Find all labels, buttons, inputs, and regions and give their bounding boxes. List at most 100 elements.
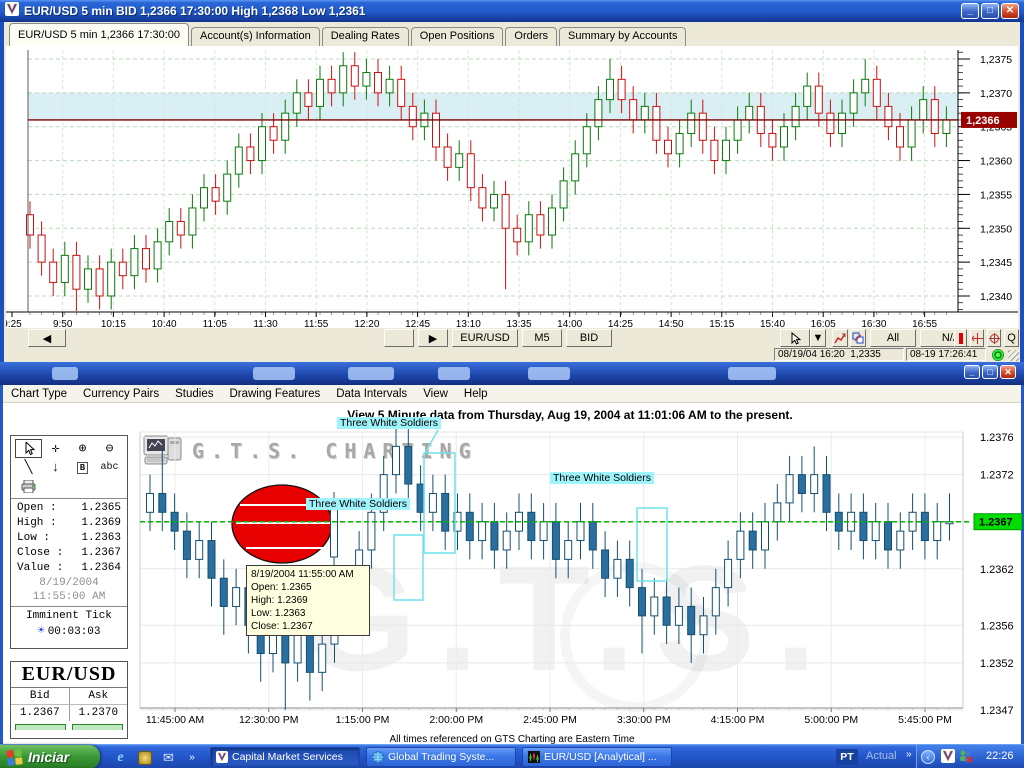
- info-row-value: Value :1.2364: [17, 562, 121, 574]
- bold-text-tool[interactable]: B: [69, 458, 96, 477]
- minimize-button[interactable]: _: [961, 3, 979, 19]
- start-button[interactable]: Iniciar: [0, 745, 100, 768]
- language-indicator[interactable]: PT: [836, 749, 858, 765]
- trend-tool-button[interactable]: [832, 329, 848, 347]
- resize-grip[interactable]: [1008, 350, 1019, 361]
- band-chevron[interactable]: »: [906, 749, 912, 760]
- quick-launch-overflow-chevron[interactable]: »: [186, 749, 198, 766]
- svg-text:1.2367: 1.2367: [979, 517, 1013, 529]
- pointer-tool[interactable]: [15, 439, 42, 458]
- pointer-dropdown-button[interactable]: ▼: [810, 329, 826, 347]
- task-label: Global Trading Syste...: [388, 751, 495, 763]
- printer-icon: [21, 480, 36, 493]
- start-label: Iniciar: [28, 749, 70, 765]
- crosshair-tool-button[interactable]: [987, 329, 1001, 347]
- status-last-quote: 08/19/04 16:20 1,2335: [774, 348, 904, 361]
- tab-dealing-rates[interactable]: Dealing Rates: [321, 27, 409, 46]
- tray-collapse-button[interactable]: ‹: [921, 750, 935, 764]
- pair-button[interactable]: EUR/USD: [452, 329, 518, 347]
- taskbar-task-capital-market-services[interactable]: Capital Market Services: [210, 747, 360, 767]
- tick-icon: ☀: [37, 624, 45, 638]
- ask-label: Ask: [68, 688, 128, 704]
- quote-pair: EUR/USD: [11, 662, 127, 688]
- link-windows-button[interactable]: [850, 329, 866, 347]
- crosshair-tool[interactable]: ✛: [42, 439, 69, 458]
- print-tool[interactable]: [15, 477, 42, 496]
- quick-launch-gold-icon[interactable]: [136, 749, 153, 766]
- taskbar-task-global-trading-syste[interactable]: Global Trading Syste...: [366, 747, 516, 767]
- svg-text:1,2355: 1,2355: [980, 189, 1012, 201]
- svg-text:16:55: 16:55: [912, 319, 937, 328]
- tab-orders[interactable]: Orders: [505, 27, 558, 46]
- tab-open-positions[interactable]: Open Positions: [410, 27, 504, 46]
- svg-text:13:35: 13:35: [506, 319, 531, 328]
- snap-tool-button[interactable]: [970, 329, 984, 347]
- pattern-annotation-label: Three White Soldiers: [306, 498, 411, 510]
- svg-text:1,2350: 1,2350: [980, 223, 1012, 235]
- text-tool-icon[interactable]: abc: [96, 458, 123, 477]
- svg-text:15:15: 15:15: [709, 319, 734, 328]
- svg-text:15:40: 15:40: [760, 319, 785, 328]
- window-title: EUR/USD 5 min BID 1,2366 17:30:00 High 1…: [24, 4, 366, 18]
- gts-window: _ □ ✕ Chart Type Currency Pairs Studies Dra…: [0, 362, 1024, 745]
- svg-text:12:45: 12:45: [405, 319, 430, 328]
- arrow-tool[interactable]: ↓: [42, 458, 69, 477]
- svg-text:2:00:00 PM: 2:00:00 PM: [429, 714, 483, 726]
- ohlc-values: Open :1.2365 High :1.2369 Low :1.2363 Close…: [11, 501, 127, 576]
- connection-status-icon: [992, 349, 1004, 361]
- sell-button-cut[interactable]: [72, 724, 123, 730]
- cms-toolbar: ◀ ▶ EUR/USD M5 BID ▼ All N/A: [4, 328, 1020, 348]
- gts-info-panel: ✛ ⊕ ⊖ ╲ ↓ B abc Open :1.2365 High :1.2369…: [10, 435, 128, 649]
- taskbar-band-actual[interactable]: Actual: [866, 750, 897, 762]
- svg-text:1,2366: 1,2366: [966, 115, 1000, 127]
- scroll-left-button[interactable]: ◀: [28, 329, 66, 347]
- svg-text:1.2372: 1.2372: [980, 470, 1014, 482]
- quote-button[interactable]: Q: [1004, 329, 1019, 347]
- svg-text:11:55: 11:55: [304, 319, 329, 328]
- maximize-button[interactable]: □: [981, 3, 999, 19]
- tab-eur-usd-5-min-1-2366-17-30-00[interactable]: EUR/USD 5 min 1,2366 17:30:00: [9, 23, 190, 46]
- svg-text:9:50: 9:50: [53, 319, 73, 328]
- gts-toolbox: ✛ ⊕ ⊖ ╲ ↓ B abc: [11, 436, 127, 496]
- tray-cms-icon[interactable]: [941, 749, 955, 766]
- candle-icon: [958, 332, 963, 344]
- pointer-tool-button[interactable]: [780, 329, 810, 347]
- tray-offline-users-icon[interactable]: [958, 749, 973, 766]
- pattern-annotation-label: Three White Soldiers: [337, 417, 442, 429]
- task-label: Capital Market Services: [232, 751, 343, 763]
- all-button[interactable]: All: [870, 329, 916, 347]
- status-clock: 08-19 17:26:41: [906, 348, 986, 361]
- zoom-out-tool[interactable]: ⊖: [96, 439, 123, 458]
- taskbar-task-eur-usd-analytical[interactable]: EUR/USD [Analytical] ...: [522, 747, 672, 767]
- svg-text:12:20: 12:20: [354, 319, 379, 328]
- line-tool[interactable]: ╲: [15, 458, 42, 477]
- close-button[interactable]: ✕: [1001, 3, 1019, 19]
- candle-tooltip: 8/19/2004 11:55:00 AM Open: 1.2365 High: 1…: [246, 565, 370, 636]
- svg-text:12:30:00 PM: 12:30:00 PM: [239, 714, 299, 726]
- tray-clock[interactable]: 22:26: [986, 750, 1014, 762]
- svg-text:3:30:00 PM: 3:30:00 PM: [617, 714, 671, 726]
- quick-launch-ie-icon[interactable]: e: [112, 749, 129, 766]
- cms-window: EUR/USD 5 min BID 1,2366 17:30:00 High 1…: [0, 0, 1024, 362]
- candle-chart-icon: [528, 751, 540, 763]
- trend-arrow-icon: [834, 333, 846, 344]
- scroll-right-button[interactable]: ▶: [418, 329, 448, 347]
- pattern-rectangle[interactable]: [393, 534, 424, 601]
- tab-account-s-information[interactable]: Account(s) Information: [191, 27, 320, 46]
- zoom-in-tool[interactable]: ⊕: [69, 439, 96, 458]
- svg-text:11:30: 11:30: [253, 319, 278, 328]
- price-type-button[interactable]: BID: [566, 329, 612, 347]
- quick-launch-mail-icon[interactable]: ✉: [160, 749, 177, 766]
- interval-button[interactable]: M5: [522, 329, 562, 347]
- tab-summary-by-accounts[interactable]: Summary by Accounts: [559, 27, 687, 46]
- blank-button[interactable]: [384, 329, 414, 347]
- link-windows-icon: [852, 332, 864, 344]
- candle-style-button[interactable]: [954, 329, 967, 347]
- info-row-high: High :1.2369: [17, 517, 121, 529]
- cms-chart-panel: 1,23751,23701,23651,23601,23551,23501,23…: [2, 46, 1018, 330]
- svg-text:1,2370: 1,2370: [980, 88, 1012, 100]
- gts-header-text: View 5 Minute data from Thursday, Aug 19…: [347, 408, 793, 422]
- pattern-rectangle[interactable]: [423, 452, 456, 554]
- buy-button-cut[interactable]: [15, 724, 66, 730]
- svg-text:11:05: 11:05: [203, 319, 228, 328]
